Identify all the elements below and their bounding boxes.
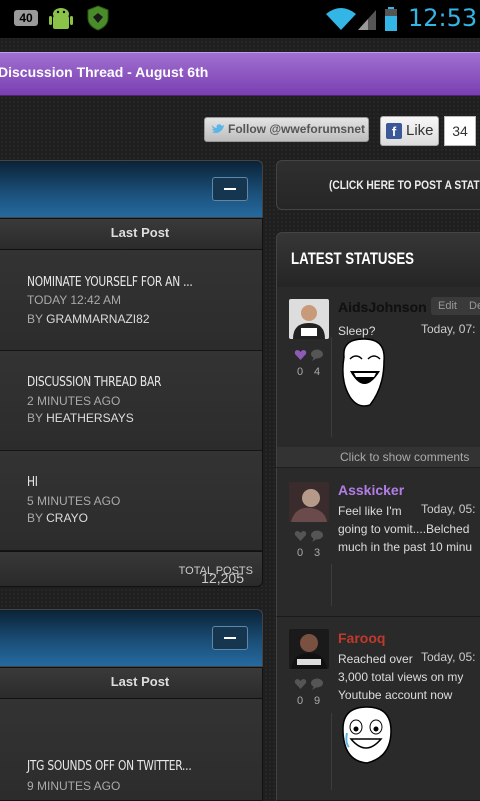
status-time: Today, 05: [421,502,476,516]
forum-category-header [0,609,263,667]
heart-icon[interactable] [294,349,307,361]
status-text-line-2: 3,000 total views on my [338,670,464,684]
signal-icon [358,10,376,30]
status-edit-controls: Edit De [431,297,480,315]
like-label: Like [406,122,434,139]
avatar[interactable] [289,299,329,339]
thread-bar-title: Discussion Thread - August 6th [0,64,209,80]
post-byline: BY GrammarNazi82 [27,312,150,326]
meme-face-image [342,706,392,764]
comments-count: 9 [314,695,321,707]
avatar[interactable] [289,482,329,522]
comment-icon[interactable] [310,349,324,361]
latest-statuses-title: LATEST STATUSES [291,249,415,268]
list-item[interactable]: Discussion Thread Bar 2 minutes ago BY H… [0,351,263,451]
follow-label: Follow @wweforumsnet [228,122,366,136]
post-time: Today 12:42 AM [27,293,122,307]
status-username[interactable]: AidsJohnson [338,299,427,315]
status-bar: 40 12:53 [0,0,480,38]
status-time: Today, 07: [421,322,476,336]
list-item[interactable]: JTG sounds off on Twitter... 9 minutes a… [0,699,263,801]
status-text-line-3: much in the past 10 minu [338,540,473,554]
post-status-button[interactable]: (CLICK HERE TO POST A STATUS) [276,160,480,210]
post-time: 9 minutes ago [27,779,121,793]
collapse-button[interactable] [212,626,248,650]
twitter-follow-button[interactable]: Follow @wweforumsnet [204,117,369,142]
post-author[interactable]: Crayo [46,511,88,525]
divider [331,564,332,606]
wifi-icon [326,8,356,30]
list-item[interactable]: hi 5 minutes ago BY Crayo [0,451,263,551]
post-title[interactable]: Discussion Thread Bar [27,375,161,390]
latest-statuses-header: LATEST STATUSES [276,232,480,288]
post-time: 5 minutes ago [27,494,121,508]
last-post-header: Last Post [0,667,263,699]
status-time: Today, 05: [421,650,476,664]
clock: 12:53 [408,4,478,32]
total-posts-footer: 12,205 Total Posts [0,551,263,587]
avatar[interactable] [289,629,329,669]
post-time: 2 minutes ago [27,394,121,408]
comment-icon[interactable] [310,678,324,690]
likes-count: 0 [297,695,304,707]
forum-category-header [0,160,263,218]
post-title[interactable]: hi [27,475,38,490]
status-text-line-3: Youtube account now [338,688,453,702]
divider [331,713,332,790]
status-text-line-2: going to vomit....Belched [338,522,470,536]
last-post-label: Last Post [110,674,170,689]
comments-count: 3 [314,547,321,559]
last-post-header: Last Post [0,218,263,250]
facebook-icon: f [386,123,402,139]
post-byline: BY Crayo [27,511,88,525]
likes-count: 0 [297,547,304,559]
status-item: Asskicker Feel like I'm Today, 05: going… [276,468,480,617]
last-post-label: Last Post [110,225,170,240]
post-title[interactable]: Nominate yourself for an ... [27,275,193,290]
notification-count-badge: 40 [14,10,38,26]
total-posts-value: 12,205 [201,570,244,586]
collapse-button[interactable] [212,177,248,201]
meme-face-image [342,338,385,407]
likes-count: 0 [297,366,304,378]
status-username[interactable]: Farooq [338,630,385,646]
like-count: 34 [444,116,476,146]
android-icon [49,8,73,29]
status-item: Farooq Reached over Today, 05: 3,000 tot… [276,617,480,801]
shield-icon [87,5,109,31]
status-username[interactable]: Asskicker [338,482,404,498]
battery-icon [385,7,397,31]
edit-link[interactable]: Edit [438,300,457,312]
heart-icon[interactable] [294,678,307,690]
post-byline: BY HeatherSays [27,411,134,425]
show-comments-link[interactable]: Click to show comments [276,447,480,467]
post-author[interactable]: HeatherSays [46,411,134,425]
post-title[interactable]: JTG sounds off on Twitter... [27,759,192,774]
divider [331,337,332,437]
show-comments-label: Click to show comments [340,450,470,464]
twitter-bird-icon [212,124,224,134]
post-author[interactable]: GrammarNazi82 [46,312,149,326]
delete-link[interactable]: De [469,300,480,312]
heart-icon[interactable] [294,530,307,542]
post-status-label: (CLICK HERE TO POST A STATUS) [329,178,480,192]
status-item: AidsJohnson Edit De Sleep? Today, 07: 0 … [276,287,480,448]
discussion-thread-bar[interactable]: Discussion Thread - August 6th [0,52,480,96]
list-item[interactable]: Nominate yourself for an ... Today 12:42… [0,250,263,351]
facebook-like-button[interactable]: f Like [380,116,439,146]
comments-count: 4 [314,366,321,378]
comment-icon[interactable] [310,530,324,542]
